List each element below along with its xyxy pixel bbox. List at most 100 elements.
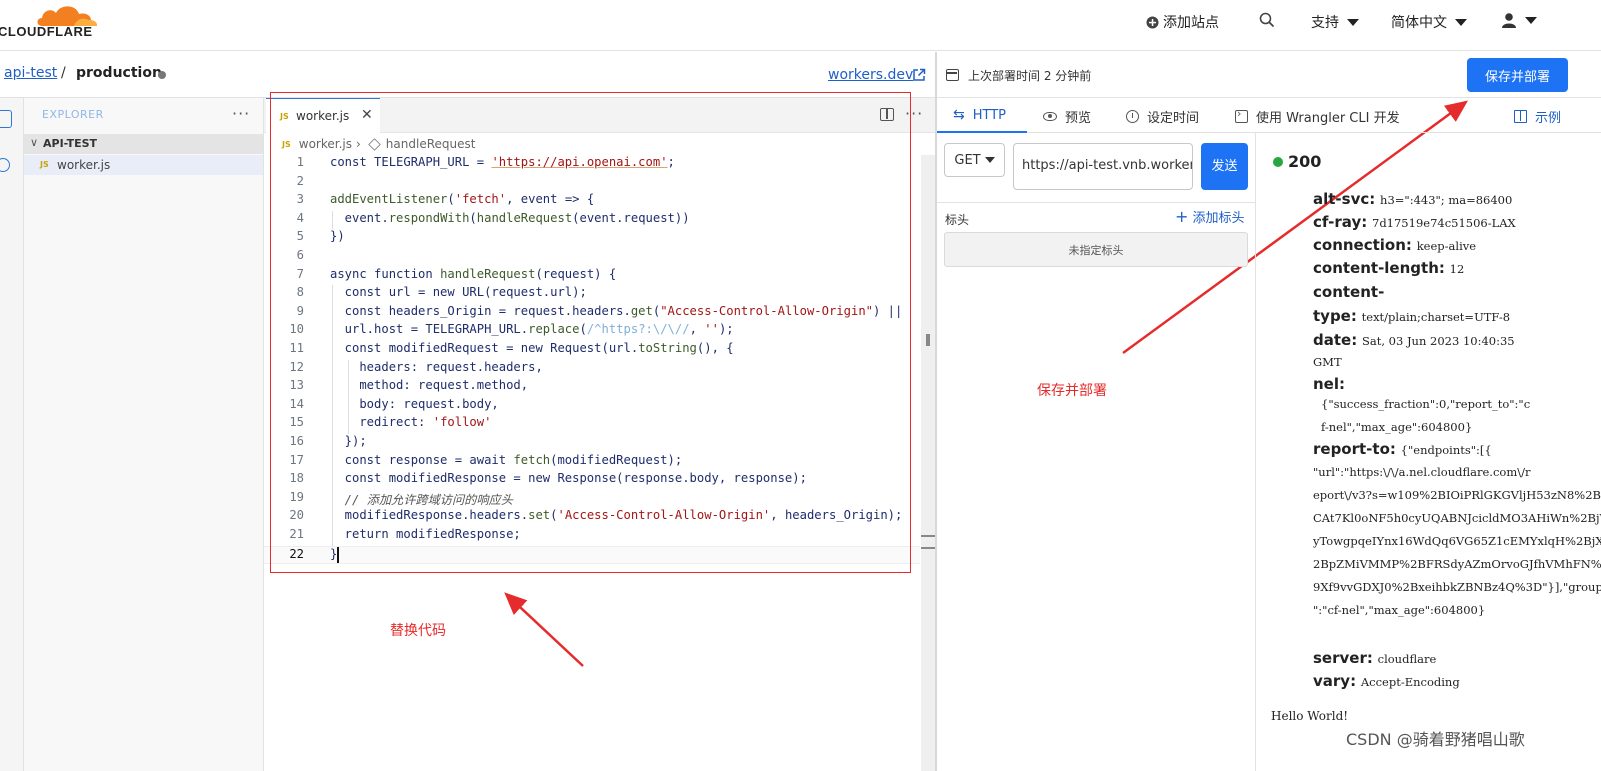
header-value: 7d17519e74c51506-LAX [1372,216,1516,230]
header-row: date: Sat, 03 Jun 2023 10:40:35 [1313,329,1515,353]
header-value: {"endpoints":[{ [1400,443,1492,457]
header-key: connection: [1313,236,1412,254]
header-key: content- [1313,283,1385,301]
folder-item[interactable]: ∨ API-TEST [24,134,263,154]
plus-icon: + [1175,207,1189,226]
code-line[interactable]: 12 headers: request.headers, [264,360,920,379]
code-line[interactable]: 2 [264,174,920,193]
scrollbar-marker [921,535,935,549]
code-text: // 添加允许跨域访问的响应头 [330,492,513,507]
code-line[interactable]: 1 const TELEGRAPH_URL = 'https://api.open… [264,155,920,174]
search-circle-icon[interactable] [0,158,10,172]
line-number: 9 [296,303,304,318]
header-value: h3=":443"; ma=86400 [1380,193,1513,207]
tab-schedule[interactable]: 设定时间 [1126,107,1199,126]
header-key: vary: [1313,672,1357,690]
close-icon[interactable]: ✕ [361,107,373,123]
search-button[interactable] [1259,12,1275,28]
chevron-down-icon: ∨ [30,136,39,149]
line-number: 10 [289,322,304,337]
status-ok-icon [1273,157,1283,167]
header-value: {"success_fraction":0,"report_to":"c f-n… [1321,397,1531,434]
book-icon [1514,110,1527,123]
code-line[interactable]: 3 addEventListener('fetch', event => { [264,192,920,211]
line-number: 13 [289,378,304,393]
line-number: 18 [289,471,304,486]
editor-breadcrumb: JS worker.js › handleRequest [282,137,475,151]
tab-preview[interactable]: 预览 [1043,107,1091,126]
code-line[interactable]: 4 event.respondWith(handleRequest(event.… [264,211,920,230]
editor-tabbar: JS worker.js ✕ ··· [264,98,935,133]
breadcrumb-symbol[interactable]: handleRequest [386,137,476,151]
no-headers-placeholder: 未指定标头 [944,232,1248,267]
code-line[interactable]: 18 const modifiedResponse = new Response… [264,471,920,490]
support-menu[interactable]: 支持 [1311,12,1359,32]
code-line[interactable]: 20 modifiedResponse.headers.set('Access-… [264,508,920,527]
line-number: 12 [289,359,304,374]
divider [937,202,1255,203]
code-text: async function handleRequest(request) { [330,266,617,281]
language-menu[interactable]: 简体中文 [1391,12,1467,32]
scrollbar-thumb[interactable] [926,334,930,346]
code-text: const TELEGRAPH_URL = 'https://api.opena… [330,155,675,169]
files-icon[interactable] [0,110,12,128]
send-button[interactable]: 发送 [1201,143,1248,190]
code-area[interactable]: 1 const TELEGRAPH_URL = 'https://api.open… [264,155,920,575]
tab-worker-js[interactable]: JS worker.js ✕ [266,98,380,133]
header-key: type: [1313,307,1357,325]
code-line[interactable]: 6 [264,248,920,267]
code-line[interactable]: 13 method: request.method, [264,378,920,397]
header-key: nel: [1313,375,1345,393]
code-line[interactable]: 19 // 添加允许跨域访问的响应头 [264,490,920,509]
code-line[interactable]: 9 const headers_Origin = request.headers… [264,304,920,323]
method-select[interactable]: GET [944,143,1005,177]
examples-label: 示例 [1535,111,1562,126]
tab-label: worker.js [296,109,350,123]
cloudflare-logo[interactable]: CLOUDFLARE [0,0,110,44]
code-line[interactable]: 22} [264,545,920,565]
tab-http[interactable]: ⇆ HTTP [953,107,1006,123]
url-input[interactable]: https://api-test.vnb.workers.dev [1013,143,1193,190]
support-label: 支持 [1311,15,1339,31]
file-item-worker-js[interactable]: JS worker.js [24,155,263,175]
line-number: 4 [296,210,304,225]
external-link-icon[interactable] [912,68,926,82]
workers-dev-link[interactable]: workers.dev [828,67,913,83]
code-text: const headers_Origin = request.headers.g… [330,303,903,318]
add-header-label: 添加标头 [1192,211,1245,226]
code-line[interactable]: 15 redirect: 'follow' [264,415,920,434]
more-icon[interactable]: ··· [232,104,250,123]
code-line[interactable]: 11 const modifiedRequest = new Request(u… [264,341,920,360]
header-key: content-length: [1313,259,1445,277]
code-line[interactable]: 10 url.host = TELEGRAPH_URL.replace(/^ht… [264,322,920,341]
line-number: 6 [296,248,304,262]
folder-name: API-TEST [43,137,98,150]
code-line[interactable]: 16 }); [264,434,920,453]
add-site-link[interactable]: 添加站点 [1146,12,1219,32]
code-editor: JS worker.js ✕ ··· JS worker.js › handle… [264,98,935,771]
more-icon[interactable]: ··· [905,104,923,123]
examples-button[interactable]: 示例 [1514,107,1561,126]
account-menu[interactable] [1501,12,1537,28]
code-line[interactable]: 17 const response = await fetch(modified… [264,453,920,472]
code-line[interactable]: 21 return modifiedResponse; [264,527,920,546]
status-code: 200 [1288,152,1322,171]
editor-scrollbar[interactable] [921,155,935,771]
split-editor-icon[interactable] [880,108,894,121]
line-number: 2 [296,173,304,188]
breadcrumb-file[interactable]: worker.js [299,137,352,151]
code-line[interactable]: 14 body: request.body, [264,397,920,416]
save-and-deploy-button[interactable]: 保存并部署 [1467,58,1568,92]
code-line[interactable]: 8 const url = new URL(request.url); [264,285,920,304]
tab-wrangler[interactable]: 使用 Wrangler CLI 开发 [1235,107,1400,126]
code-line[interactable]: 7 async function handleRequest(request) { [264,267,920,286]
indent-guide [332,210,333,230]
code-text: event.respondWith(handleRequest(event.re… [330,210,690,225]
response-body: Hello World! [1271,709,1349,723]
activity-bar [0,98,24,771]
headers-label: 标头 [945,213,970,227]
line-number: 21 [289,527,304,541]
code-line[interactable]: 5}) [264,229,920,248]
breadcrumb-project-link[interactable]: api-test [4,65,57,81]
add-header-button[interactable]: + 添加标头 [1175,207,1245,226]
